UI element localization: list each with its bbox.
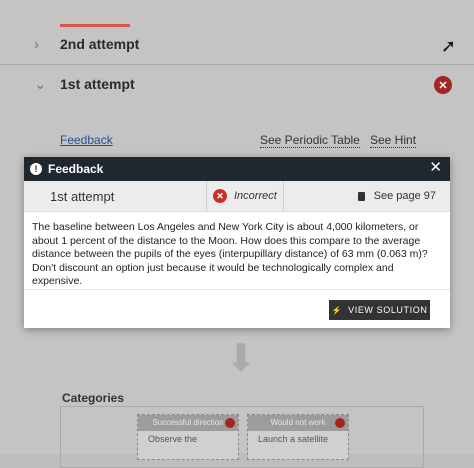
incorrect-icon: ✕ (213, 189, 227, 203)
feedback-modal: ! Feedback ✕ 1st attempt ✕ Incorrect See… (24, 157, 450, 328)
page-reference-text: See page 97 (373, 190, 436, 202)
category-card[interactable]: Successful direction Observe the (137, 414, 239, 460)
categories-container (60, 406, 424, 468)
periodic-table-link[interactable]: See Periodic Table (260, 133, 360, 148)
divider (24, 289, 450, 290)
feedback-message: The baseline between Los Angeles and New… (32, 221, 428, 287)
remove-icon[interactable] (225, 418, 235, 428)
attempt-label: 1st attempt (60, 76, 135, 92)
category-card-body: Launch a satellite (258, 434, 329, 444)
attempt-label: 2nd attempt (60, 36, 140, 52)
status-badge: ✕ Incorrect (206, 181, 284, 211)
view-solution-label: VIEW SOLUTION (348, 305, 428, 315)
attempt-summary-bar: 1st attempt ✕ Incorrect See page 97 (24, 181, 450, 212)
category-card-header: Would not work (248, 415, 348, 431)
feedback-link[interactable]: Feedback (60, 133, 113, 147)
chevron-right-icon[interactable]: › (34, 36, 39, 53)
incorrect-icon: ✕ (434, 76, 452, 94)
categories-heading: Categories (62, 391, 125, 405)
category-card-header: Successful direction (138, 415, 238, 431)
attempt-row-1[interactable]: ⌄ 1st attempt (0, 64, 474, 104)
attempt-links: Feedback See Periodic Table See Hint (60, 133, 454, 151)
hint-link[interactable]: See Hint (370, 133, 417, 148)
category-card[interactable]: Would not work Launch a satellite (247, 414, 349, 460)
modal-header: ! Feedback ✕ (24, 157, 450, 181)
arrow-down-icon: ⬇ (225, 338, 257, 380)
close-icon[interactable]: ✕ (429, 160, 442, 176)
info-icon: ! (30, 163, 42, 175)
view-solution-button[interactable]: ⚡ VIEW SOLUTION (329, 300, 430, 320)
book-icon (357, 191, 365, 201)
bolt-icon: ⚡ (331, 305, 343, 315)
attempt-name: 1st attempt (50, 189, 115, 204)
page-reference[interactable]: See page 97 (357, 190, 436, 202)
chevron-down-icon[interactable]: ⌄ (34, 75, 47, 93)
attempt-row-2[interactable]: › 2nd attempt (0, 24, 474, 64)
status-text: Incorrect (234, 190, 277, 202)
modal-title: Feedback (48, 162, 104, 176)
remove-icon[interactable] (335, 418, 345, 428)
submitted-arrow-icon: ➚ (440, 36, 456, 56)
category-card-body: Observe the (148, 434, 198, 444)
